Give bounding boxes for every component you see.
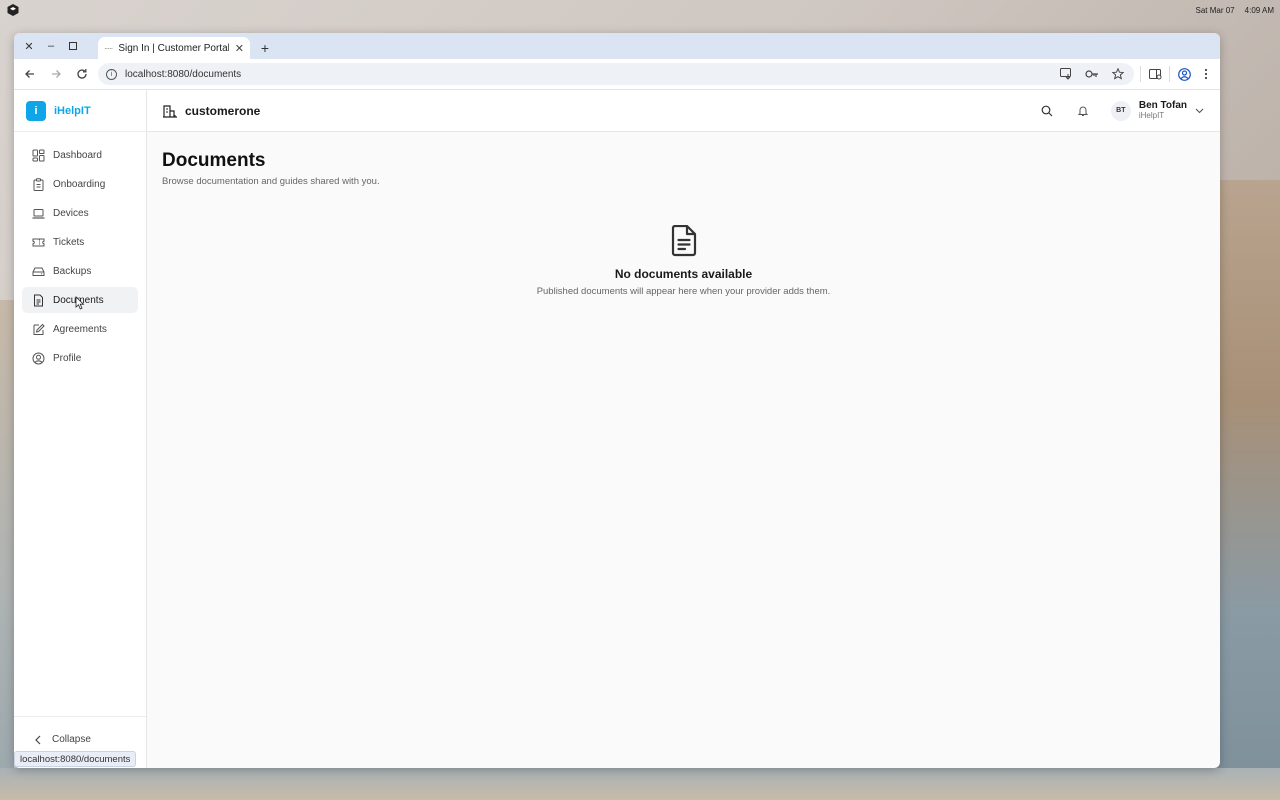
org-switcher[interactable]: customerone — [163, 104, 260, 118]
sidebar-item-label: Profile — [53, 352, 82, 364]
close-window-button[interactable]: ✕ — [20, 37, 38, 55]
sidebar: i iHelpIT Dashboard Onboarding Devices T… — [14, 90, 147, 768]
user-name: Ben Tofan — [1138, 99, 1187, 111]
laptop-icon — [32, 208, 45, 219]
browser-toolbar: i localhost:8080/documents — [14, 59, 1220, 90]
avatar: BT — [1110, 100, 1131, 121]
sidebar-item-label: Dashboard — [53, 149, 102, 161]
main-area: customerone BT Ben Tofan iHelpIT Documen… — [147, 90, 1220, 768]
install-app-icon[interactable] — [1058, 66, 1074, 82]
sidebar-item-label: Onboarding — [53, 178, 106, 190]
window-controls: ✕ – — [18, 33, 88, 59]
sidebar-item-agreements[interactable]: Agreements — [22, 316, 138, 342]
sidebar-item-label: Agreements — [53, 323, 107, 335]
address-bar[interactable]: i localhost:8080/documents — [98, 63, 1134, 85]
new-tab-button[interactable]: + — [254, 37, 276, 59]
link-status-bar: localhost:8080/documents — [14, 751, 137, 767]
maximize-window-button[interactable] — [64, 37, 82, 55]
page-title: Documents — [162, 150, 266, 171]
toolbar-divider — [1140, 66, 1141, 82]
sidebar-item-profile[interactable]: Profile — [22, 345, 138, 371]
brand-logo: i — [26, 100, 46, 121]
document-empty-icon — [671, 225, 696, 257]
system-date: Sat Mar 07 — [1195, 5, 1235, 15]
empty-state: No documents available Published documen… — [162, 225, 1205, 297]
address-bar-actions — [1058, 66, 1126, 82]
desktop-wallpaper-left — [0, 300, 14, 800]
ticket-icon — [32, 238, 45, 246]
notifications-bell-icon[interactable] — [1075, 103, 1091, 119]
system-top-bar: Sat Mar 07 4:09 AM — [0, 0, 1280, 20]
chevron-down-icon — [1195, 108, 1204, 113]
system-time: 4:09 AM — [1244, 5, 1274, 15]
forward-button[interactable] — [46, 64, 66, 84]
topbar-actions: BT Ben Tofan iHelpIT — [1039, 99, 1204, 121]
brand-name: iHelpIT — [54, 104, 91, 117]
dashboard-icon — [32, 149, 45, 161]
empty-state-title: No documents available — [614, 267, 753, 281]
sidebar-item-tickets[interactable]: Tickets — [22, 229, 138, 255]
desktop-wallpaper-right — [1210, 180, 1280, 800]
brand-header[interactable]: i iHelpIT — [14, 90, 146, 132]
page-subtitle: Browse documentation and guides shared w… — [162, 176, 380, 187]
profile-icon[interactable] — [1176, 66, 1192, 82]
sidebar-item-label: Tickets — [53, 236, 85, 248]
browser-menu-icon[interactable] — [1198, 66, 1214, 82]
drive-icon — [32, 267, 45, 276]
document-icon — [34, 294, 43, 306]
os-logo-icon[interactable] — [6, 3, 20, 17]
portal-app: i iHelpIT Dashboard Onboarding Devices T… — [14, 90, 1220, 768]
desktop-wallpaper-bottom — [0, 768, 1280, 800]
collapse-label: Collapse — [52, 734, 91, 745]
back-button[interactable] — [20, 64, 40, 84]
user-info: Ben Tofan iHelpIT — [1138, 99, 1187, 121]
address-url[interactable]: localhost:8080/documents — [125, 69, 1050, 80]
user-menu[interactable]: BT Ben Tofan iHelpIT — [1110, 99, 1204, 121]
tab-strip: ✕ – ····· Sign In | Customer Portal ✕ + — [14, 33, 1220, 59]
browser-window: ✕ – ····· Sign In | Customer Portal ✕ + … — [14, 33, 1220, 768]
tab-title: Sign In | Customer Portal — [118, 42, 229, 54]
sidebar-item-onboarding[interactable]: Onboarding — [22, 171, 138, 197]
search-icon[interactable] — [1039, 103, 1055, 119]
sidebar-item-backups[interactable]: Backups — [22, 258, 138, 284]
building-icon — [163, 104, 177, 118]
app-topbar: customerone BT Ben Tofan iHelpIT — [147, 90, 1220, 132]
minimize-window-button[interactable]: – — [42, 37, 60, 55]
password-key-icon[interactable] — [1084, 66, 1100, 82]
pen-icon — [33, 323, 45, 335]
side-panel-icon[interactable] — [1147, 66, 1163, 82]
browser-tab-active[interactable]: ····· Sign In | Customer Portal ✕ — [98, 37, 250, 59]
chevron-left-icon — [35, 735, 41, 744]
bookmark-star-icon[interactable] — [1110, 66, 1126, 82]
reload-button[interactable] — [72, 64, 92, 84]
site-info-icon[interactable]: i — [106, 68, 117, 80]
sidebar-item-label: Backups — [53, 265, 92, 277]
toolbar-divider — [1169, 66, 1170, 82]
system-clock[interactable]: Sat Mar 07 4:09 AM — [1196, 6, 1275, 15]
empty-state-subtitle: Published documents will appear here whe… — [536, 286, 831, 297]
clipboard-icon — [33, 177, 44, 191]
org-name: customerone — [185, 103, 261, 118]
sidebar-item-label: Devices — [53, 207, 89, 219]
tab-close-icon[interactable]: ✕ — [235, 42, 244, 55]
user-org: iHelpIT — [1138, 110, 1165, 120]
tab-loading-indicator: ····· — [104, 43, 113, 53]
collapse-sidebar-button[interactable]: Collapse — [14, 716, 146, 752]
sidebar-item-dashboard[interactable]: Dashboard — [22, 142, 138, 168]
user-circle-icon — [32, 352, 45, 364]
sidebar-nav: Dashboard Onboarding Devices Tickets Bac… — [14, 132, 146, 381]
mouse-cursor-icon — [75, 296, 85, 310]
page-content: Documents Browse documentation and guide… — [147, 132, 1220, 315]
sidebar-item-devices[interactable]: Devices — [22, 200, 138, 226]
